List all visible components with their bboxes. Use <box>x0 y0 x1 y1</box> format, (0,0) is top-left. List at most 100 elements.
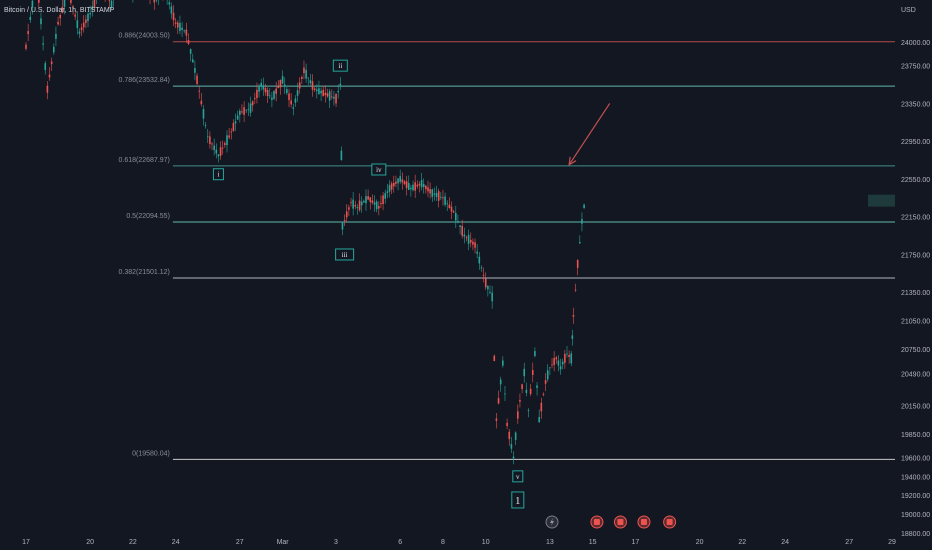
candle-body <box>70 0 72 3</box>
time-tick: 27 <box>845 539 853 546</box>
price-tick: 20750.00 <box>901 347 930 354</box>
candle-body <box>198 90 200 92</box>
candle-body <box>307 77 310 79</box>
candle-body <box>271 97 273 100</box>
candle-body <box>442 197 444 199</box>
candle-body <box>418 183 421 186</box>
arrow-annotation[interactable] <box>568 103 611 166</box>
candle-body <box>311 81 314 90</box>
candle-body <box>568 354 570 358</box>
candle-body <box>574 289 577 291</box>
candle-body <box>313 88 316 90</box>
time-tick: 24 <box>781 539 789 546</box>
candle-body <box>44 63 47 71</box>
candle-body <box>529 388 532 394</box>
candle-body <box>211 143 213 145</box>
flag-glyph <box>666 519 673 525</box>
candle-body <box>209 136 211 144</box>
candle-body <box>326 93 329 97</box>
candle-body <box>354 204 357 207</box>
fib-level-label: 0.382(21501.12) <box>119 269 170 276</box>
candle-body <box>566 353 568 355</box>
candle-body <box>401 179 404 183</box>
candle-body <box>27 31 29 35</box>
candle-body <box>397 178 399 184</box>
candle-body <box>196 75 198 84</box>
candle-body <box>348 207 350 210</box>
candle-body <box>266 89 269 97</box>
candle-body <box>459 225 461 227</box>
candle-body <box>55 33 57 39</box>
candle-body <box>527 410 530 412</box>
candle-body <box>534 351 536 357</box>
candle-body <box>504 393 506 395</box>
candle-body <box>531 370 534 375</box>
candle-body <box>540 402 543 412</box>
fib-level-label: 0.886(24003.50) <box>119 33 170 40</box>
candle-body <box>384 193 387 199</box>
candle-body <box>42 43 44 45</box>
time-axis[interactable]: 17 20 22 24 27 Mar 3 6 8 10 13 15 17 20 22 24 27 29 <box>22 539 896 546</box>
candle-body <box>309 80 312 84</box>
candle-body <box>262 85 265 90</box>
candle-body <box>450 206 453 212</box>
candle-body <box>185 29 188 36</box>
candle-body <box>50 61 53 65</box>
candle-body <box>87 13 89 22</box>
wave-label: iii <box>342 251 348 259</box>
price-flag[interactable] <box>868 194 896 207</box>
chart-canvas[interactable]: 0.886(24003.50) 0.786(23532.84) 0.618(2268… <box>0 0 932 550</box>
price-tick: 22150.00 <box>901 215 930 222</box>
price-tick: 21350.00 <box>901 290 930 297</box>
candle-body <box>328 91 331 101</box>
price-tick: 18800.00 <box>901 531 930 538</box>
candle-body <box>189 49 192 54</box>
candle-body <box>40 18 42 25</box>
candle-body <box>343 220 346 221</box>
event-markers[interactable] <box>545 515 677 529</box>
price-tick: 20150.00 <box>901 404 930 411</box>
candle-body <box>491 292 493 302</box>
price-tick: 23350.00 <box>901 101 930 108</box>
fib-retracement[interactable]: 0.886(24003.50) 0.786(23532.84) 0.618(2268… <box>119 33 895 460</box>
candle-body <box>48 74 51 78</box>
candle-body <box>474 242 476 248</box>
candle-body <box>551 364 553 366</box>
candle-body <box>435 193 438 197</box>
candle-body <box>352 199 354 209</box>
candle-body <box>258 86 260 92</box>
candle-body <box>202 109 205 119</box>
candle-body <box>557 360 560 366</box>
candle-body <box>279 79 282 88</box>
candle-body <box>179 22 181 31</box>
candle-body <box>183 30 186 32</box>
fib-level-label: 0.618(22687.97) <box>119 157 170 164</box>
time-tick: 20 <box>86 539 94 546</box>
time-tick: 8 <box>441 539 445 546</box>
candle-body <box>59 14 62 19</box>
candle-body <box>298 82 301 89</box>
candle-body <box>324 92 327 96</box>
candle-body <box>544 380 547 384</box>
candle-body <box>392 182 395 187</box>
candle-body <box>523 368 526 377</box>
candle-body <box>305 69 307 79</box>
candle-body <box>74 14 76 17</box>
candle-body <box>422 184 425 188</box>
candle-body <box>581 219 583 224</box>
candle-body <box>52 46 55 53</box>
candle-body <box>204 125 207 126</box>
candle-body <box>63 0 66 7</box>
candle-body <box>517 411 519 419</box>
time-tick: Mar <box>277 539 290 546</box>
candle-body <box>339 83 342 86</box>
candle-body <box>174 22 177 24</box>
candle-body <box>576 260 579 268</box>
candle-body <box>514 432 517 440</box>
candle-body <box>281 76 284 84</box>
candle-body <box>221 147 224 149</box>
candle-body <box>243 107 245 115</box>
candle-body <box>559 366 562 370</box>
candle-body <box>497 398 500 404</box>
price-tick: 24000.00 <box>901 40 930 47</box>
